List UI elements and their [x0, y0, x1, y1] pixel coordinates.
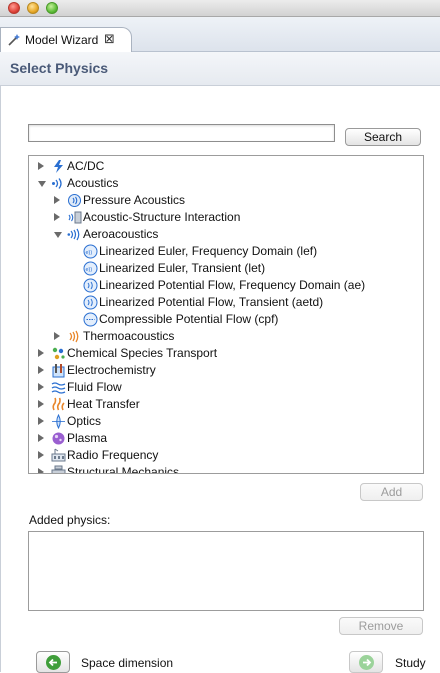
tree-item[interactable]: Acoustic-Structure Interaction: [29, 209, 423, 226]
back-button[interactable]: [36, 651, 70, 673]
divider: [0, 86, 1, 672]
linearized-potential-transient-icon: [83, 295, 98, 310]
acoustics-icon: [51, 176, 66, 191]
page-header: Select Physics: [0, 52, 440, 86]
magic-wand-icon: [7, 33, 21, 50]
minimize-window-button[interactable]: [27, 2, 39, 14]
tree-item-label: Heat Transfer: [67, 397, 140, 411]
tree-item-label: Optics: [67, 414, 102, 428]
tree-item-label: Linearized Potential Flow, Transient (ae…: [99, 295, 324, 309]
tree-item-label: Linearized Euler, Frequency Domain (lef): [99, 244, 318, 258]
tree-item[interactable]: Plasma: [29, 430, 423, 447]
zoom-window-button[interactable]: [46, 2, 58, 14]
tree-item-label: Plasma: [67, 431, 108, 445]
tab-label: Model Wizard: [25, 33, 99, 47]
tree-item[interactable]: AC/DC: [29, 158, 423, 175]
electrochemistry-icon: [51, 363, 66, 378]
tree-item[interactable]: Chemical Species Transport: [29, 345, 423, 362]
added-physics-list[interactable]: [28, 531, 424, 611]
fluid-flow-icon: [51, 380, 66, 395]
expand-arrow-right-icon[interactable]: [38, 417, 44, 425]
tree-item-label: Compressible Potential Flow (cpf): [99, 312, 279, 326]
radio-frequency-icon: [51, 448, 66, 463]
expand-arrow-right-icon[interactable]: [38, 434, 44, 442]
physics-tree[interactable]: AC/DC Acoustics Pressure Acoustics Acoustic…: [28, 155, 424, 474]
expand-arrow-right-icon[interactable]: [38, 400, 44, 408]
added-physics-label: Added physics:: [29, 513, 111, 527]
next-button[interactable]: [349, 651, 383, 673]
close-tab-icon[interactable]: ⊠: [104, 31, 115, 47]
expand-arrow-right-icon[interactable]: [54, 196, 60, 204]
thermoacoustics-icon: [67, 329, 82, 344]
tree-item-label: Acoustic-Structure Interaction: [83, 210, 241, 224]
expand-arrow-right-icon[interactable]: [38, 162, 44, 170]
tree-item[interactable]: Structural Mechanics: [29, 464, 423, 474]
next-button-label: Study: [395, 656, 426, 670]
tree-item-label: Aeroacoustics: [83, 227, 159, 241]
structural-mechanics-icon: [51, 465, 66, 473]
expand-arrow-right-icon[interactable]: [38, 383, 44, 391]
expand-arrow-down-icon[interactable]: [54, 232, 62, 238]
tree-item[interactable]: Aeroacoustics: [29, 226, 423, 243]
expand-arrow-right-icon[interactable]: [38, 349, 44, 357]
tab-bar: Model Wizard ⊠: [0, 17, 440, 53]
tree-item-label: Linearized Euler, Transient (let): [99, 261, 266, 275]
tree-item[interactable]: Thermoacoustics: [29, 328, 423, 345]
tree-item[interactable]: Compressible Potential Flow (cpf): [29, 311, 423, 328]
tab-model-wizard[interactable]: Model Wizard ⊠: [0, 27, 132, 53]
tree-item-label: Electrochemistry: [67, 363, 156, 377]
search-input[interactable]: [28, 124, 335, 142]
expand-arrow-right-icon[interactable]: [54, 332, 60, 340]
tree-item[interactable]: Optics: [29, 413, 423, 430]
arrow-right-icon: [359, 655, 374, 670]
tree-item[interactable]: e)) Linearized Euler, Frequency Domain (l…: [29, 243, 423, 260]
tree-item[interactable]: Linearized Potential Flow, Transient (ae…: [29, 294, 423, 311]
tree-item-label: Linearized Potential Flow, Frequency Dom…: [99, 278, 366, 292]
heat-transfer-icon: [51, 397, 66, 412]
tree-item[interactable]: Heat Transfer: [29, 396, 423, 413]
compressible-potential-icon: [83, 312, 98, 327]
tree-item[interactable]: Fluid Flow: [29, 379, 423, 396]
remove-button[interactable]: Remove: [339, 617, 423, 635]
expand-arrow-right-icon[interactable]: [54, 213, 60, 221]
acoustic-structure-icon: [67, 210, 82, 225]
back-button-label: Space dimension: [81, 656, 174, 670]
linearized-euler-fd-icon: e)): [83, 244, 98, 259]
tree-item-label: Structural Mechanics: [67, 465, 180, 474]
chemical-species-icon: [51, 346, 66, 361]
tree-item-label: Acoustics: [67, 176, 119, 190]
add-button[interactable]: Add: [360, 483, 423, 501]
tree-item[interactable]: Radio Frequency: [29, 447, 423, 464]
svg-text:e)): e)): [86, 250, 93, 256]
tree-item[interactable]: Pressure Acoustics: [29, 192, 423, 209]
tree-item-label: AC/DC: [67, 159, 105, 173]
linearized-euler-transient-icon: e)): [83, 261, 98, 276]
tree-item[interactable]: Acoustics: [29, 175, 423, 192]
tree-item-label: Chemical Species Transport: [67, 346, 218, 360]
lightning-icon: [51, 159, 66, 174]
tree-item-label: Thermoacoustics: [83, 329, 175, 343]
page-title: Select Physics: [10, 60, 109, 76]
aeroacoustics-icon: [67, 227, 82, 242]
linearized-potential-fd-icon: [83, 278, 98, 293]
close-window-button[interactable]: [8, 2, 20, 14]
search-button[interactable]: Search: [345, 128, 421, 146]
expand-arrow-right-icon[interactable]: [38, 451, 44, 459]
tree-item-label: Fluid Flow: [67, 380, 122, 394]
optics-icon: [51, 413, 66, 430]
expand-arrow-right-icon[interactable]: [38, 366, 44, 374]
svg-text:e)): e)): [86, 267, 93, 273]
tree-item[interactable]: Linearized Potential Flow, Frequency Dom…: [29, 277, 423, 294]
tree-item[interactable]: Electrochemistry: [29, 362, 423, 379]
window-titlebar: [0, 0, 440, 17]
tree-item[interactable]: e)) Linearized Euler, Transient (let): [29, 260, 423, 277]
plasma-icon: [51, 431, 66, 446]
pressure-acoustics-icon: [67, 193, 82, 208]
tree-item-label: Pressure Acoustics: [83, 193, 186, 207]
tree-item-label: Radio Frequency: [67, 448, 159, 462]
expand-arrow-down-icon[interactable]: [38, 181, 46, 187]
expand-arrow-right-icon[interactable]: [38, 468, 44, 473]
arrow-left-icon: [46, 655, 61, 670]
